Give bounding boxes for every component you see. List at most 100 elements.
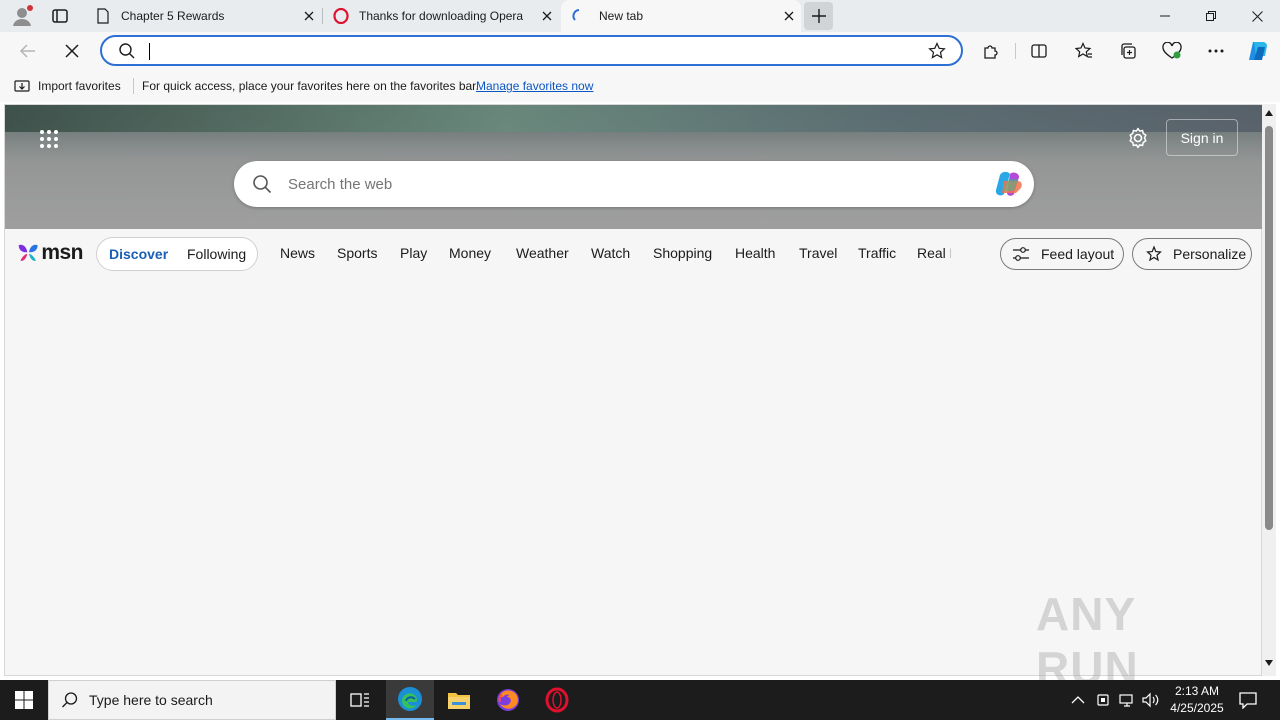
windows-logo-icon — [15, 691, 33, 709]
collections-button[interactable] — [1117, 40, 1139, 62]
taskbar-file-explorer[interactable] — [435, 680, 483, 720]
tray-device-icon[interactable] — [1095, 692, 1111, 708]
nav-money[interactable]: Money — [449, 245, 491, 261]
start-button[interactable] — [0, 680, 48, 720]
folder-icon — [448, 693, 470, 709]
volume-icon[interactable] — [1142, 692, 1160, 708]
nav-health[interactable]: Health — [735, 245, 775, 261]
favorites-star-icon — [1075, 42, 1092, 58]
msn-butterfly-icon — [18, 244, 38, 261]
taskbar-opera[interactable] — [533, 680, 581, 720]
msn-nav-bar: msn Discover Following News Sports Play … — [5, 229, 1263, 277]
hero-background: Sign in — [5, 105, 1263, 229]
edge-icon — [398, 687, 422, 711]
profile-avatar-icon[interactable] — [10, 4, 34, 28]
text-caret — [149, 43, 150, 60]
web-search-icon — [252, 174, 272, 199]
favorites-button[interactable] — [1073, 40, 1095, 62]
browser-essentials-button[interactable] — [1161, 40, 1183, 62]
aurora-background — [5, 105, 1263, 132]
personalize-label: Personalize — [1173, 246, 1247, 262]
close-tab-icon[interactable] — [535, 4, 559, 28]
scroll-down-arrow-icon[interactable] — [1265, 660, 1273, 666]
tab-title: New tab — [599, 9, 644, 23]
split-screen-button[interactable] — [1028, 40, 1050, 62]
msn-logo[interactable]: msn — [17, 239, 83, 267]
nav-sports[interactable]: Sports — [337, 245, 377, 261]
nav-shopping[interactable]: Shopping — [653, 245, 712, 261]
tab-opera-download[interactable]: Thanks for downloading Opera — [323, 0, 559, 32]
taskbar-firefox[interactable] — [484, 680, 532, 720]
minimize-icon — [1160, 15, 1170, 17]
settings-more-button[interactable] — [1205, 40, 1227, 62]
tab-following[interactable]: Following — [187, 246, 246, 262]
feed-tab-switcher: Discover Following — [96, 237, 258, 271]
page-settings-gear-icon[interactable] — [1127, 127, 1149, 149]
nav-travel[interactable]: Travel — [799, 245, 837, 261]
show-hidden-icons-button[interactable] — [1070, 692, 1086, 708]
windows-taskbar: Type here to search 2:13 AM 4/25/2025 — [0, 680, 1280, 720]
address-bar[interactable] — [100, 35, 963, 66]
tab-actions-icon[interactable] — [50, 6, 70, 26]
sparkle-star-icon — [1146, 245, 1162, 262]
task-view-button[interactable] — [336, 680, 384, 720]
msn-logo-text: msn — [41, 241, 83, 264]
minimize-button[interactable] — [1142, 0, 1188, 32]
taskbar-search-placeholder: Type here to search — [89, 692, 213, 708]
favorites-bar: Import favorites For quick access, place… — [0, 70, 1280, 102]
tab-discover[interactable]: Discover — [109, 246, 168, 262]
chevron-up-icon — [1071, 696, 1085, 704]
scroll-up-arrow-icon[interactable] — [1265, 110, 1273, 116]
browser-toolbar — [0, 32, 1280, 70]
feed-layout-label: Feed layout — [1041, 246, 1115, 262]
back-button[interactable] — [17, 40, 39, 62]
copilot-search-icon[interactable] — [994, 169, 1026, 199]
nav-watch[interactable]: Watch — [591, 245, 630, 261]
tab-chapter-5-rewards[interactable]: Chapter 5 Rewards — [85, 0, 321, 32]
search-icon — [118, 42, 136, 65]
copilot-button[interactable] — [1246, 39, 1270, 63]
sign-in-button[interactable]: Sign in — [1166, 119, 1238, 156]
favorites-bar-message: For quick access, place your favorites h… — [142, 79, 479, 93]
opera-icon — [545, 687, 569, 713]
close-tab-icon[interactable] — [297, 4, 321, 28]
personalize-button[interactable]: Personalize — [1132, 238, 1252, 270]
nav-traffic[interactable]: Traffic — [858, 245, 896, 261]
import-favorites-button[interactable]: Import favorites — [38, 79, 121, 93]
nav-weather[interactable]: Weather — [516, 245, 569, 261]
feed-layout-button[interactable]: Feed layout — [1000, 238, 1124, 270]
action-center-button[interactable] — [1238, 691, 1258, 710]
stop-loading-button[interactable] — [61, 40, 83, 62]
apps-launcher-icon[interactable] — [39, 129, 59, 149]
restore-icon — [1206, 11, 1216, 21]
extensions-button[interactable] — [980, 40, 1002, 62]
network-icon[interactable] — [1118, 692, 1136, 708]
split-screen-icon — [1031, 44, 1047, 58]
notification-icon — [1239, 692, 1257, 710]
tab-title: Chapter 5 Rewards — [121, 9, 225, 23]
import-favorites-icon[interactable] — [14, 78, 30, 97]
taskbar-search-box[interactable]: Type here to search — [48, 680, 336, 720]
vertical-scrollbar[interactable] — [1262, 104, 1276, 676]
opera-icon — [333, 7, 349, 25]
clock-date: 4/25/2025 — [1170, 701, 1224, 715]
close-tab-icon[interactable] — [777, 4, 801, 28]
system-clock[interactable]: 2:13 AM 4/25/2025 — [1164, 683, 1230, 717]
nav-play[interactable]: Play — [400, 245, 427, 261]
restore-button[interactable] — [1188, 0, 1234, 32]
web-search-input[interactable] — [288, 173, 968, 195]
back-arrow-icon — [19, 44, 35, 58]
close-window-button[interactable] — [1234, 0, 1280, 32]
new-tab-button[interactable] — [804, 2, 833, 30]
scrollbar-thumb[interactable] — [1265, 126, 1273, 530]
nav-real-estate[interactable]: Real E — [917, 245, 951, 261]
taskbar-edge[interactable] — [386, 680, 434, 720]
anyrun-watermark: ANY RUN — [1036, 588, 1139, 694]
toolbar-separator — [1015, 43, 1016, 59]
favorite-star-icon[interactable] — [928, 42, 946, 65]
manage-favorites-link[interactable]: Manage favorites now — [476, 79, 593, 93]
web-search-box[interactable] — [234, 161, 1034, 207]
nav-news[interactable]: News — [280, 245, 315, 261]
tab-new-tab[interactable]: New tab — [561, 0, 801, 32]
favbar-divider — [133, 78, 134, 94]
